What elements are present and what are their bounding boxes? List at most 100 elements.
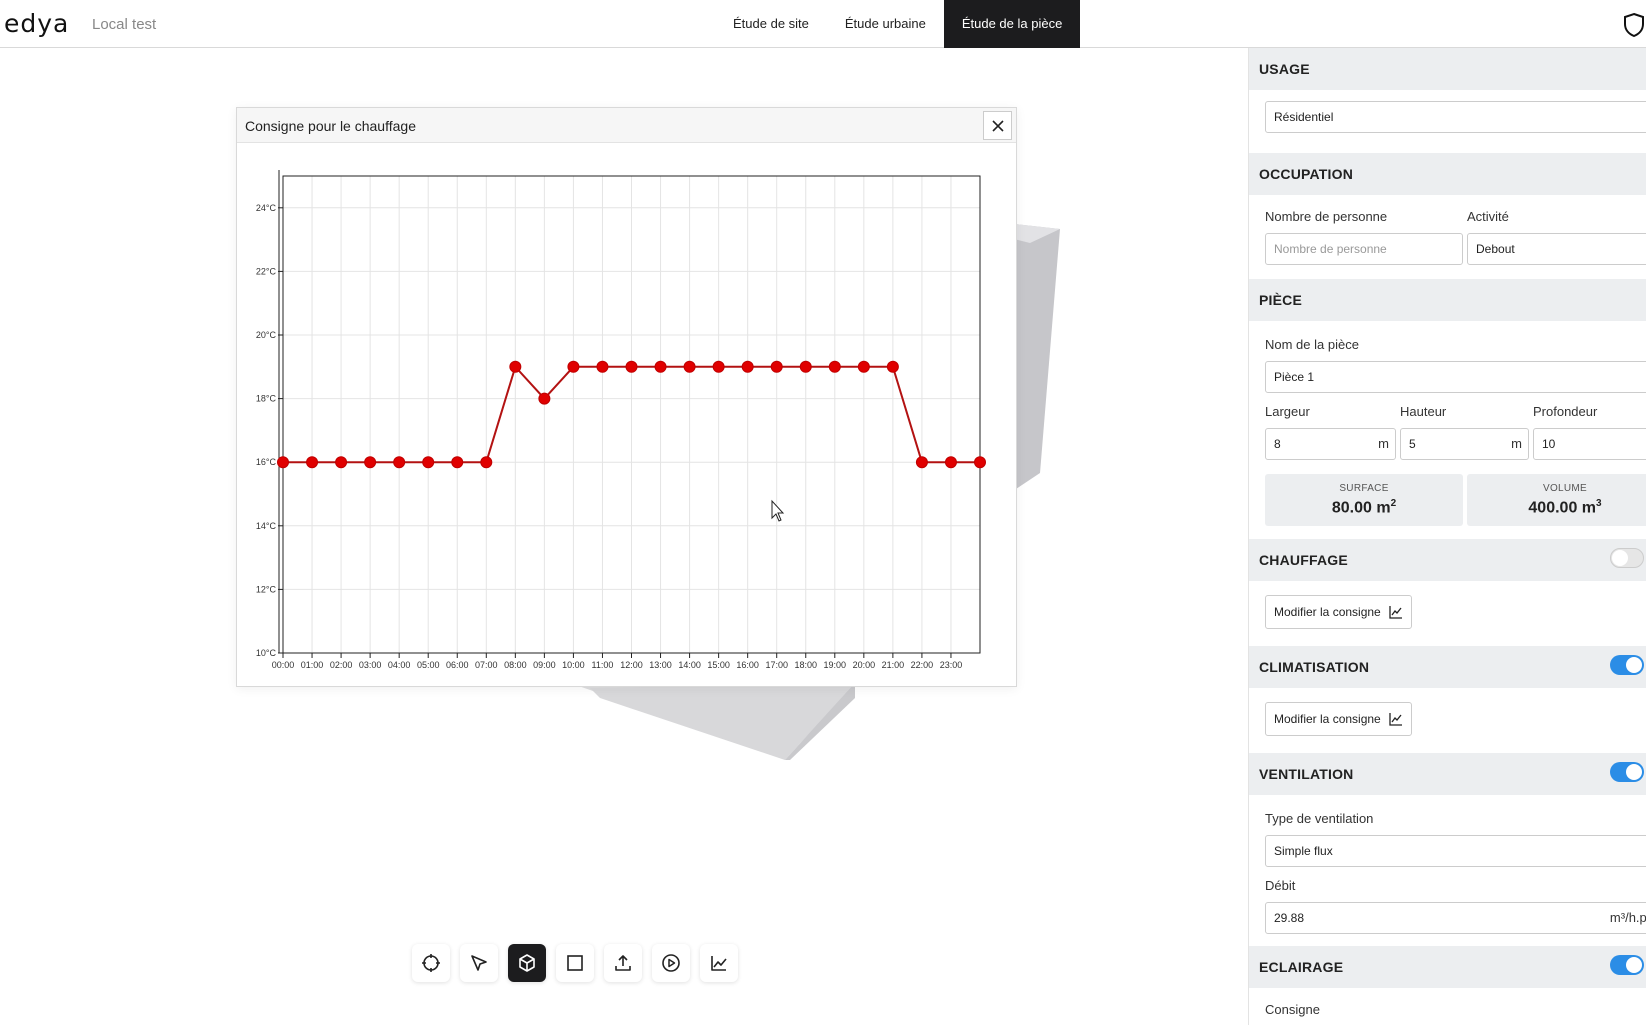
setpoint-chart[interactable]: 10°C 12°C 14°C 16°C 18°C 20°C 22°C 24°C 00:00 01:… xyxy=(237,143,1016,686)
close-icon xyxy=(991,119,1004,132)
depth-input[interactable]: 10 xyxy=(1533,428,1646,460)
toggle-knob xyxy=(1612,550,1628,566)
section-chauffage-header: CHAUFFAGE xyxy=(1249,539,1646,581)
toggle-knob xyxy=(1626,764,1642,780)
ventilation-type-label: Type de ventilation xyxy=(1265,811,1374,826)
setpoint-point[interactable] xyxy=(393,456,406,469)
toggle-knob xyxy=(1626,957,1642,973)
x-tick-label: 05:00 xyxy=(417,660,440,670)
debit-value: 29.88 xyxy=(1274,911,1305,925)
simulate-tool[interactable] xyxy=(652,944,690,982)
setpoint-point[interactable] xyxy=(567,360,580,373)
3d-view-tool[interactable] xyxy=(508,944,546,982)
eclairage-toggle[interactable] xyxy=(1610,955,1644,975)
setpoint-point[interactable] xyxy=(306,456,319,469)
x-tick-label: 16:00 xyxy=(736,660,759,670)
setpoint-point[interactable] xyxy=(509,360,522,373)
setpoint-point[interactable] xyxy=(277,456,289,469)
section-title: VENTILATION xyxy=(1259,766,1354,782)
setpoint-point[interactable] xyxy=(596,360,609,373)
setpoint-point[interactable] xyxy=(974,456,986,469)
setpoint-point[interactable] xyxy=(364,456,377,469)
x-tick-label: 00:00 xyxy=(272,660,295,670)
setpoint-point[interactable] xyxy=(625,360,638,373)
x-tick-label: 06:00 xyxy=(446,660,469,670)
crosshair-icon xyxy=(422,954,440,972)
activity-select[interactable]: Debout xyxy=(1467,233,1646,265)
cube-icon xyxy=(519,954,535,972)
setpoint-point[interactable] xyxy=(886,360,899,373)
setpoint-point[interactable] xyxy=(770,360,783,373)
square-icon xyxy=(567,955,583,971)
setpoint-point[interactable] xyxy=(712,360,725,373)
setpoint-point[interactable] xyxy=(741,360,754,373)
bottom-toolbar xyxy=(412,944,738,982)
line-chart-icon xyxy=(1389,606,1402,619)
ventilation-toggle[interactable] xyxy=(1610,762,1644,782)
setpoint-point[interactable] xyxy=(915,456,928,469)
x-tick-label: 07:00 xyxy=(475,660,498,670)
setpoint-point[interactable] xyxy=(538,392,551,405)
tab-etude-de-la-piece[interactable]: Étude de la pièce xyxy=(943,0,1081,48)
y-tick-label: 12°C xyxy=(256,584,277,594)
section-title: ECLAIRAGE xyxy=(1259,959,1344,975)
2d-view-tool[interactable] xyxy=(556,944,594,982)
section-title: OCCUPATION xyxy=(1259,166,1354,182)
section-title: PIÈCE xyxy=(1259,292,1303,308)
room-name-label: Nom de la pièce xyxy=(1265,337,1359,352)
usage-select[interactable]: Résidentiel xyxy=(1265,101,1646,133)
setpoint-point[interactable] xyxy=(654,360,667,373)
close-button[interactable] xyxy=(983,111,1012,140)
setpoint-point[interactable] xyxy=(944,456,957,469)
eclairage-consigne-label: Consigne xyxy=(1265,1002,1320,1017)
climatisation-edit-setpoint-button[interactable]: Modifier la consigne xyxy=(1265,702,1412,736)
room-name-input[interactable]: Pièce 1 xyxy=(1265,361,1646,393)
y-tick-label: 10°C xyxy=(256,648,277,658)
climatisation-toggle[interactable] xyxy=(1610,655,1644,675)
setpoint-point[interactable] xyxy=(828,360,841,373)
x-tick-label: 11:00 xyxy=(592,660,614,670)
y-tick-label: 20°C xyxy=(256,330,277,340)
recenter-tool[interactable] xyxy=(412,944,450,982)
section-usage-header: USAGE xyxy=(1249,48,1646,90)
y-tick-label: 16°C xyxy=(256,457,277,467)
people-count-input[interactable]: Nombre de personne xyxy=(1265,233,1463,265)
upload-icon xyxy=(615,955,631,971)
x-tick-label: 22:00 xyxy=(911,660,934,670)
shield-icon[interactable] xyxy=(1622,12,1646,38)
setpoint-point[interactable] xyxy=(422,456,435,469)
setpoint-point[interactable] xyxy=(335,456,348,469)
setpoint-point[interactable] xyxy=(480,456,493,469)
x-tick-label: 10:00 xyxy=(562,660,585,670)
debit-input[interactable]: 29.88 m³/h.pe xyxy=(1265,902,1646,934)
setpoint-point[interactable] xyxy=(683,360,696,373)
x-tick-label: 13:00 xyxy=(649,660,672,670)
surface-label: SURFACE xyxy=(1339,483,1389,494)
width-input[interactable]: 8 m xyxy=(1265,428,1396,460)
setpoint-point[interactable] xyxy=(857,360,870,373)
play-icon xyxy=(662,954,680,972)
y-tick-label: 22°C xyxy=(256,266,277,276)
chauffage-toggle[interactable] xyxy=(1610,548,1644,568)
dialog-header: Consigne pour le chauffage xyxy=(237,108,1016,143)
tab-etude-de-site[interactable]: Étude de site xyxy=(715,0,827,48)
chauffage-edit-setpoint-button[interactable]: Modifier la consigne xyxy=(1265,595,1412,629)
setpoint-point[interactable] xyxy=(799,360,812,373)
top-bar: edya Local test Étude de site Étude urba… xyxy=(0,0,1646,48)
button-label: Modifier la consigne xyxy=(1274,712,1381,726)
select-tool[interactable] xyxy=(460,944,498,982)
y-tick-label: 24°C xyxy=(256,203,277,213)
width-label: Largeur xyxy=(1265,404,1310,419)
project-name[interactable]: Local test xyxy=(92,16,156,33)
export-tool[interactable] xyxy=(604,944,642,982)
x-tick-label: 23:00 xyxy=(940,660,963,670)
height-value: 5 xyxy=(1409,437,1416,451)
results-tool[interactable] xyxy=(700,944,738,982)
ventilation-type-select[interactable]: Simple flux xyxy=(1265,835,1646,867)
dialog-title: Consigne pour le chauffage xyxy=(245,118,416,134)
section-title: USAGE xyxy=(1259,61,1310,77)
setpoint-point[interactable] xyxy=(451,456,464,469)
x-tick-label: 17:00 xyxy=(765,660,788,670)
tab-etude-urbaine[interactable]: Étude urbaine xyxy=(827,0,944,48)
height-input[interactable]: 5 m xyxy=(1400,428,1529,460)
